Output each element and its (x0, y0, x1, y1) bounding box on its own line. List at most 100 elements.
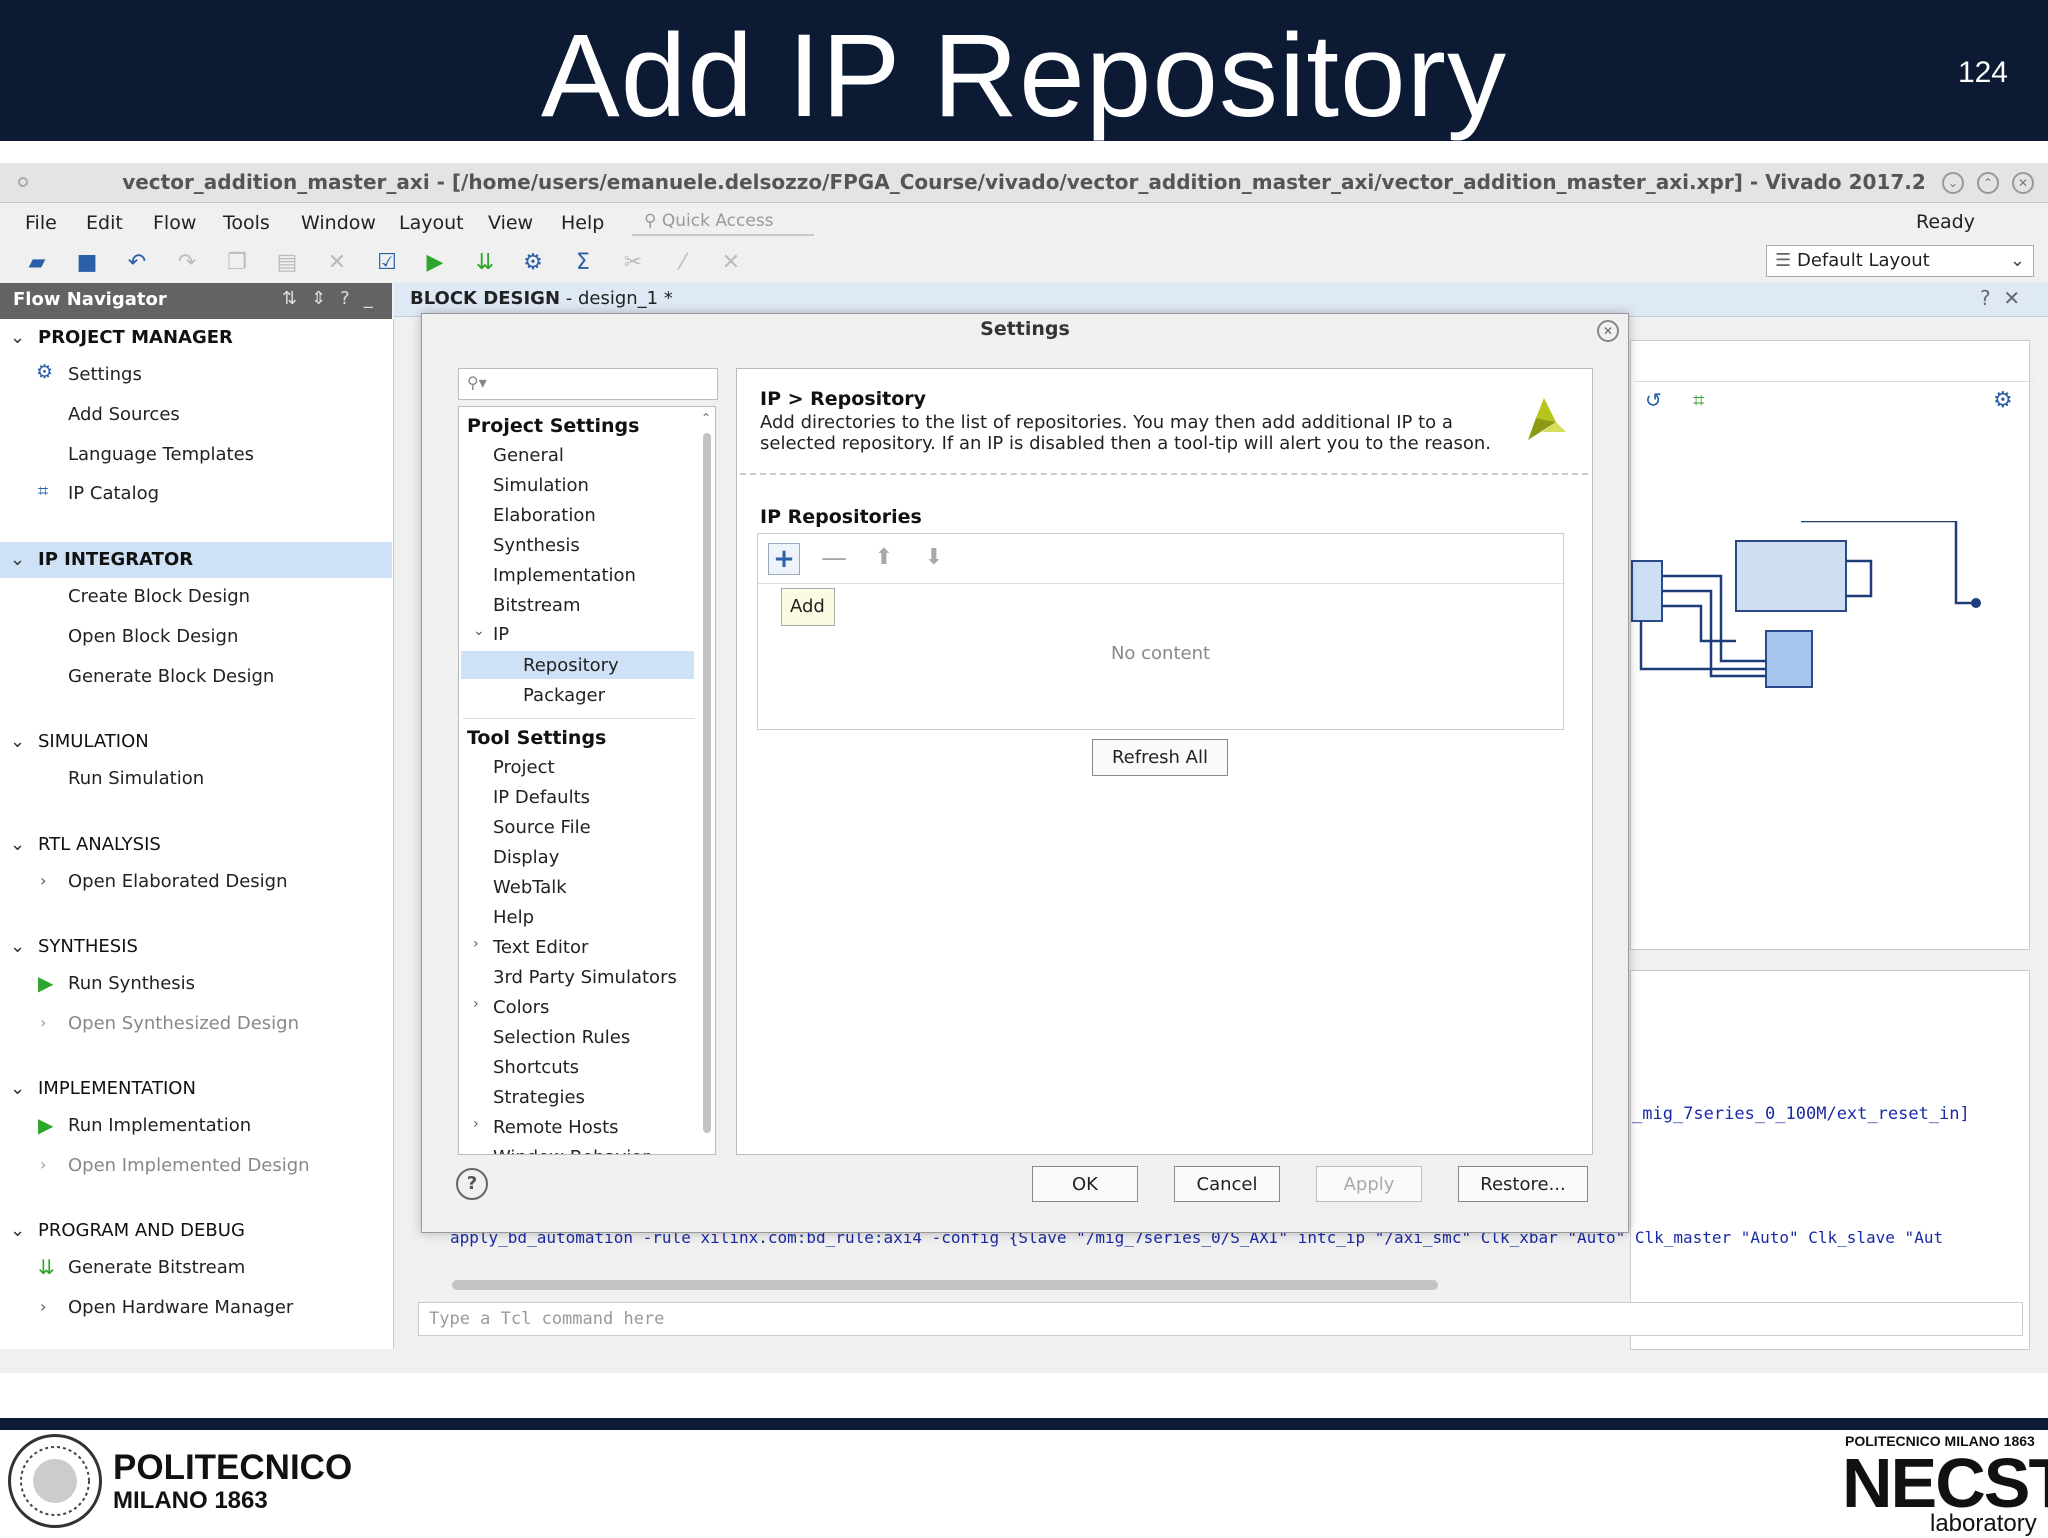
move-up-icon[interactable]: ⬆ (868, 543, 900, 575)
chevron-right-icon[interactable]: › (40, 1297, 46, 1316)
tree-item-help[interactable]: Help (493, 907, 534, 928)
run-icon[interactable]: ▶ (420, 248, 450, 278)
close-icon[interactable]: ✕ (2012, 172, 2034, 194)
section-rtl-analysis[interactable]: ⌄ RTL ANALYSIS (0, 834, 392, 870)
restore-button[interactable]: Restore... (1458, 1166, 1588, 1202)
help-close-icons[interactable]: ? ✕ (1980, 286, 2020, 310)
section-implementation[interactable]: ⌄ IMPLEMENTATION (0, 1078, 392, 1114)
add-icon[interactable]: + (768, 543, 800, 575)
bitstream-icon[interactable]: ⇊ (470, 248, 500, 278)
tree-item-text-editor[interactable]: Text Editor (493, 937, 588, 958)
section-simulation[interactable]: ⌄ SIMULATION (0, 731, 392, 767)
section-project-manager[interactable]: ⌄ PROJECT MANAGER (0, 327, 392, 363)
nav-item-generate-block-design[interactable]: Generate Block Design (68, 666, 274, 687)
layout-select[interactable]: ☰ Default Layout ⌄ (1766, 245, 2034, 277)
tree-item-ip-defaults[interactable]: IP Defaults (493, 787, 590, 808)
section-ip-integrator[interactable]: ⌄ IP INTEGRATOR (0, 549, 392, 585)
tree-item-source-file[interactable]: Source File (493, 817, 591, 838)
menu-file[interactable]: File (25, 212, 57, 234)
menu-layout[interactable]: Layout (399, 212, 464, 234)
ip-block-icon[interactable]: ⌗ (1693, 388, 1704, 412)
chevron-up-icon[interactable]: ⌃ (701, 411, 711, 425)
menu-edit[interactable]: Edit (86, 212, 123, 234)
tree-item-3rd-party-simulators[interactable]: 3rd Party Simulators (493, 967, 677, 988)
gear-icon[interactable]: ⚙ (1993, 388, 2013, 413)
gear-icon[interactable]: ⚙ (518, 248, 548, 278)
move-down-icon[interactable]: ⬇ (918, 543, 950, 575)
chevron-right-icon[interactable]: › (40, 871, 46, 890)
tree-item-implementation[interactable]: Implementation (493, 565, 636, 586)
chevron-right-icon[interactable]: › (473, 996, 479, 1012)
tree-item-repository[interactable]: Repository (523, 655, 619, 676)
tree-item-remote-hosts[interactable]: Remote Hosts (493, 1117, 619, 1138)
section-program-debug[interactable]: ⌄ PROGRAM AND DEBUG (0, 1220, 392, 1256)
redo-icon[interactable]: ↷ (172, 248, 202, 278)
nav-item-ip-catalog[interactable]: IP Catalog (68, 483, 159, 504)
nav-item-generate-bitstream[interactable]: Generate Bitstream (68, 1257, 245, 1278)
chevron-right-icon[interactable]: › (40, 1013, 46, 1032)
chevron-down-icon[interactable]: ⌄ (473, 623, 485, 639)
menu-help[interactable]: Help (561, 212, 604, 234)
chevron-right-icon[interactable]: › (40, 1155, 46, 1174)
tree-item-strategies[interactable]: Strategies (493, 1087, 585, 1108)
sigma-icon[interactable]: Σ (568, 248, 598, 278)
navigator-header-icons[interactable]: ⇅⇕?_ (282, 288, 387, 309)
nav-item-language-templates[interactable]: Language Templates (68, 444, 254, 465)
maximize-icon[interactable]: ⌃ (1977, 172, 1999, 194)
nav-item-open-block-design[interactable]: Open Block Design (68, 626, 238, 647)
nav-item-run-simulation[interactable]: Run Simulation (68, 768, 204, 789)
tree-item-synthesis[interactable]: Synthesis (493, 535, 580, 556)
section-synthesis[interactable]: ⌄ SYNTHESIS (0, 936, 392, 972)
tree-item-bitstream[interactable]: Bitstream (493, 595, 581, 616)
tree-item-colors[interactable]: Colors (493, 997, 549, 1018)
delete-icon[interactable]: ✕ (322, 248, 352, 278)
nav-item-add-sources[interactable]: Add Sources (68, 404, 180, 425)
wand-icon[interactable]: ⁄ (668, 248, 698, 278)
paste-icon[interactable]: ▤ (272, 248, 302, 278)
help-icon[interactable]: ? (456, 1168, 488, 1200)
menu-view[interactable]: View (488, 212, 533, 234)
nav-item-run-synthesis[interactable]: Run Synthesis (68, 973, 195, 994)
tree-item-elaboration[interactable]: Elaboration (493, 505, 596, 526)
tree-item-window-behavior[interactable]: Window Behavior (493, 1147, 650, 1154)
chevron-right-icon[interactable]: › (473, 936, 479, 952)
tree-item-general[interactable]: General (493, 445, 564, 466)
tree-item-project[interactable]: Project (493, 757, 555, 778)
tree-scrollbar[interactable]: ⌃ (701, 411, 713, 1151)
open-folder-icon[interactable]: ▰ (22, 248, 52, 278)
save-icon[interactable]: ■ (72, 248, 102, 278)
tree-item-shortcuts[interactable]: Shortcuts (493, 1057, 579, 1078)
menu-tools[interactable]: Tools (223, 212, 270, 234)
checkbox-icon[interactable]: ☑ (372, 248, 402, 278)
nav-item-open-synthesized-design[interactable]: Open Synthesized Design (68, 1013, 299, 1034)
nav-item-settings[interactable]: Settings (68, 364, 142, 385)
close-icon[interactable]: ✕ (1597, 320, 1619, 342)
nav-item-create-block-design[interactable]: Create Block Design (68, 586, 250, 607)
tree-item-packager[interactable]: Packager (523, 685, 605, 706)
cancel-button[interactable]: Cancel (1174, 1166, 1280, 1202)
undo-icon[interactable]: ↶ (122, 248, 152, 278)
block-design-canvas[interactable]: ↺ ⌗ ⚙ (1630, 340, 2034, 950)
tree-scroll-thumb[interactable] (703, 433, 711, 1133)
cancel-tool-icon[interactable]: ✕ (716, 248, 746, 278)
minimize-icon[interactable]: ⌄ (1942, 172, 1964, 194)
nav-item-open-hardware-manager[interactable]: Open Hardware Manager (68, 1297, 293, 1318)
refresh-all-button[interactable]: Refresh All (1092, 739, 1228, 776)
remove-icon[interactable]: — (818, 543, 850, 575)
settings-search-input[interactable]: ⚲▾ (458, 368, 718, 400)
apply-button[interactable]: Apply (1316, 1166, 1422, 1202)
regenerate-icon[interactable]: ↺ (1645, 388, 1662, 412)
tree-item-ip[interactable]: IP (493, 624, 509, 645)
tree-item-selection-rules[interactable]: Selection Rules (493, 1027, 630, 1048)
nav-item-run-implementation[interactable]: Run Implementation (68, 1115, 251, 1136)
ok-button[interactable]: OK (1032, 1166, 1138, 1202)
debug-icon[interactable]: ✂ (618, 248, 648, 278)
menu-flow[interactable]: Flow (153, 212, 196, 234)
horizontal-scrollbar[interactable] (452, 1280, 1438, 1290)
menu-window[interactable]: Window (301, 212, 376, 234)
quick-access-input[interactable]: ⚲ Quick Access (632, 208, 814, 236)
tree-item-display[interactable]: Display (493, 847, 559, 868)
tcl-command-input[interactable]: Type a Tcl command here (418, 1302, 2023, 1336)
nav-item-open-implemented-design[interactable]: Open Implemented Design (68, 1155, 310, 1176)
tree-item-simulation[interactable]: Simulation (493, 475, 589, 496)
